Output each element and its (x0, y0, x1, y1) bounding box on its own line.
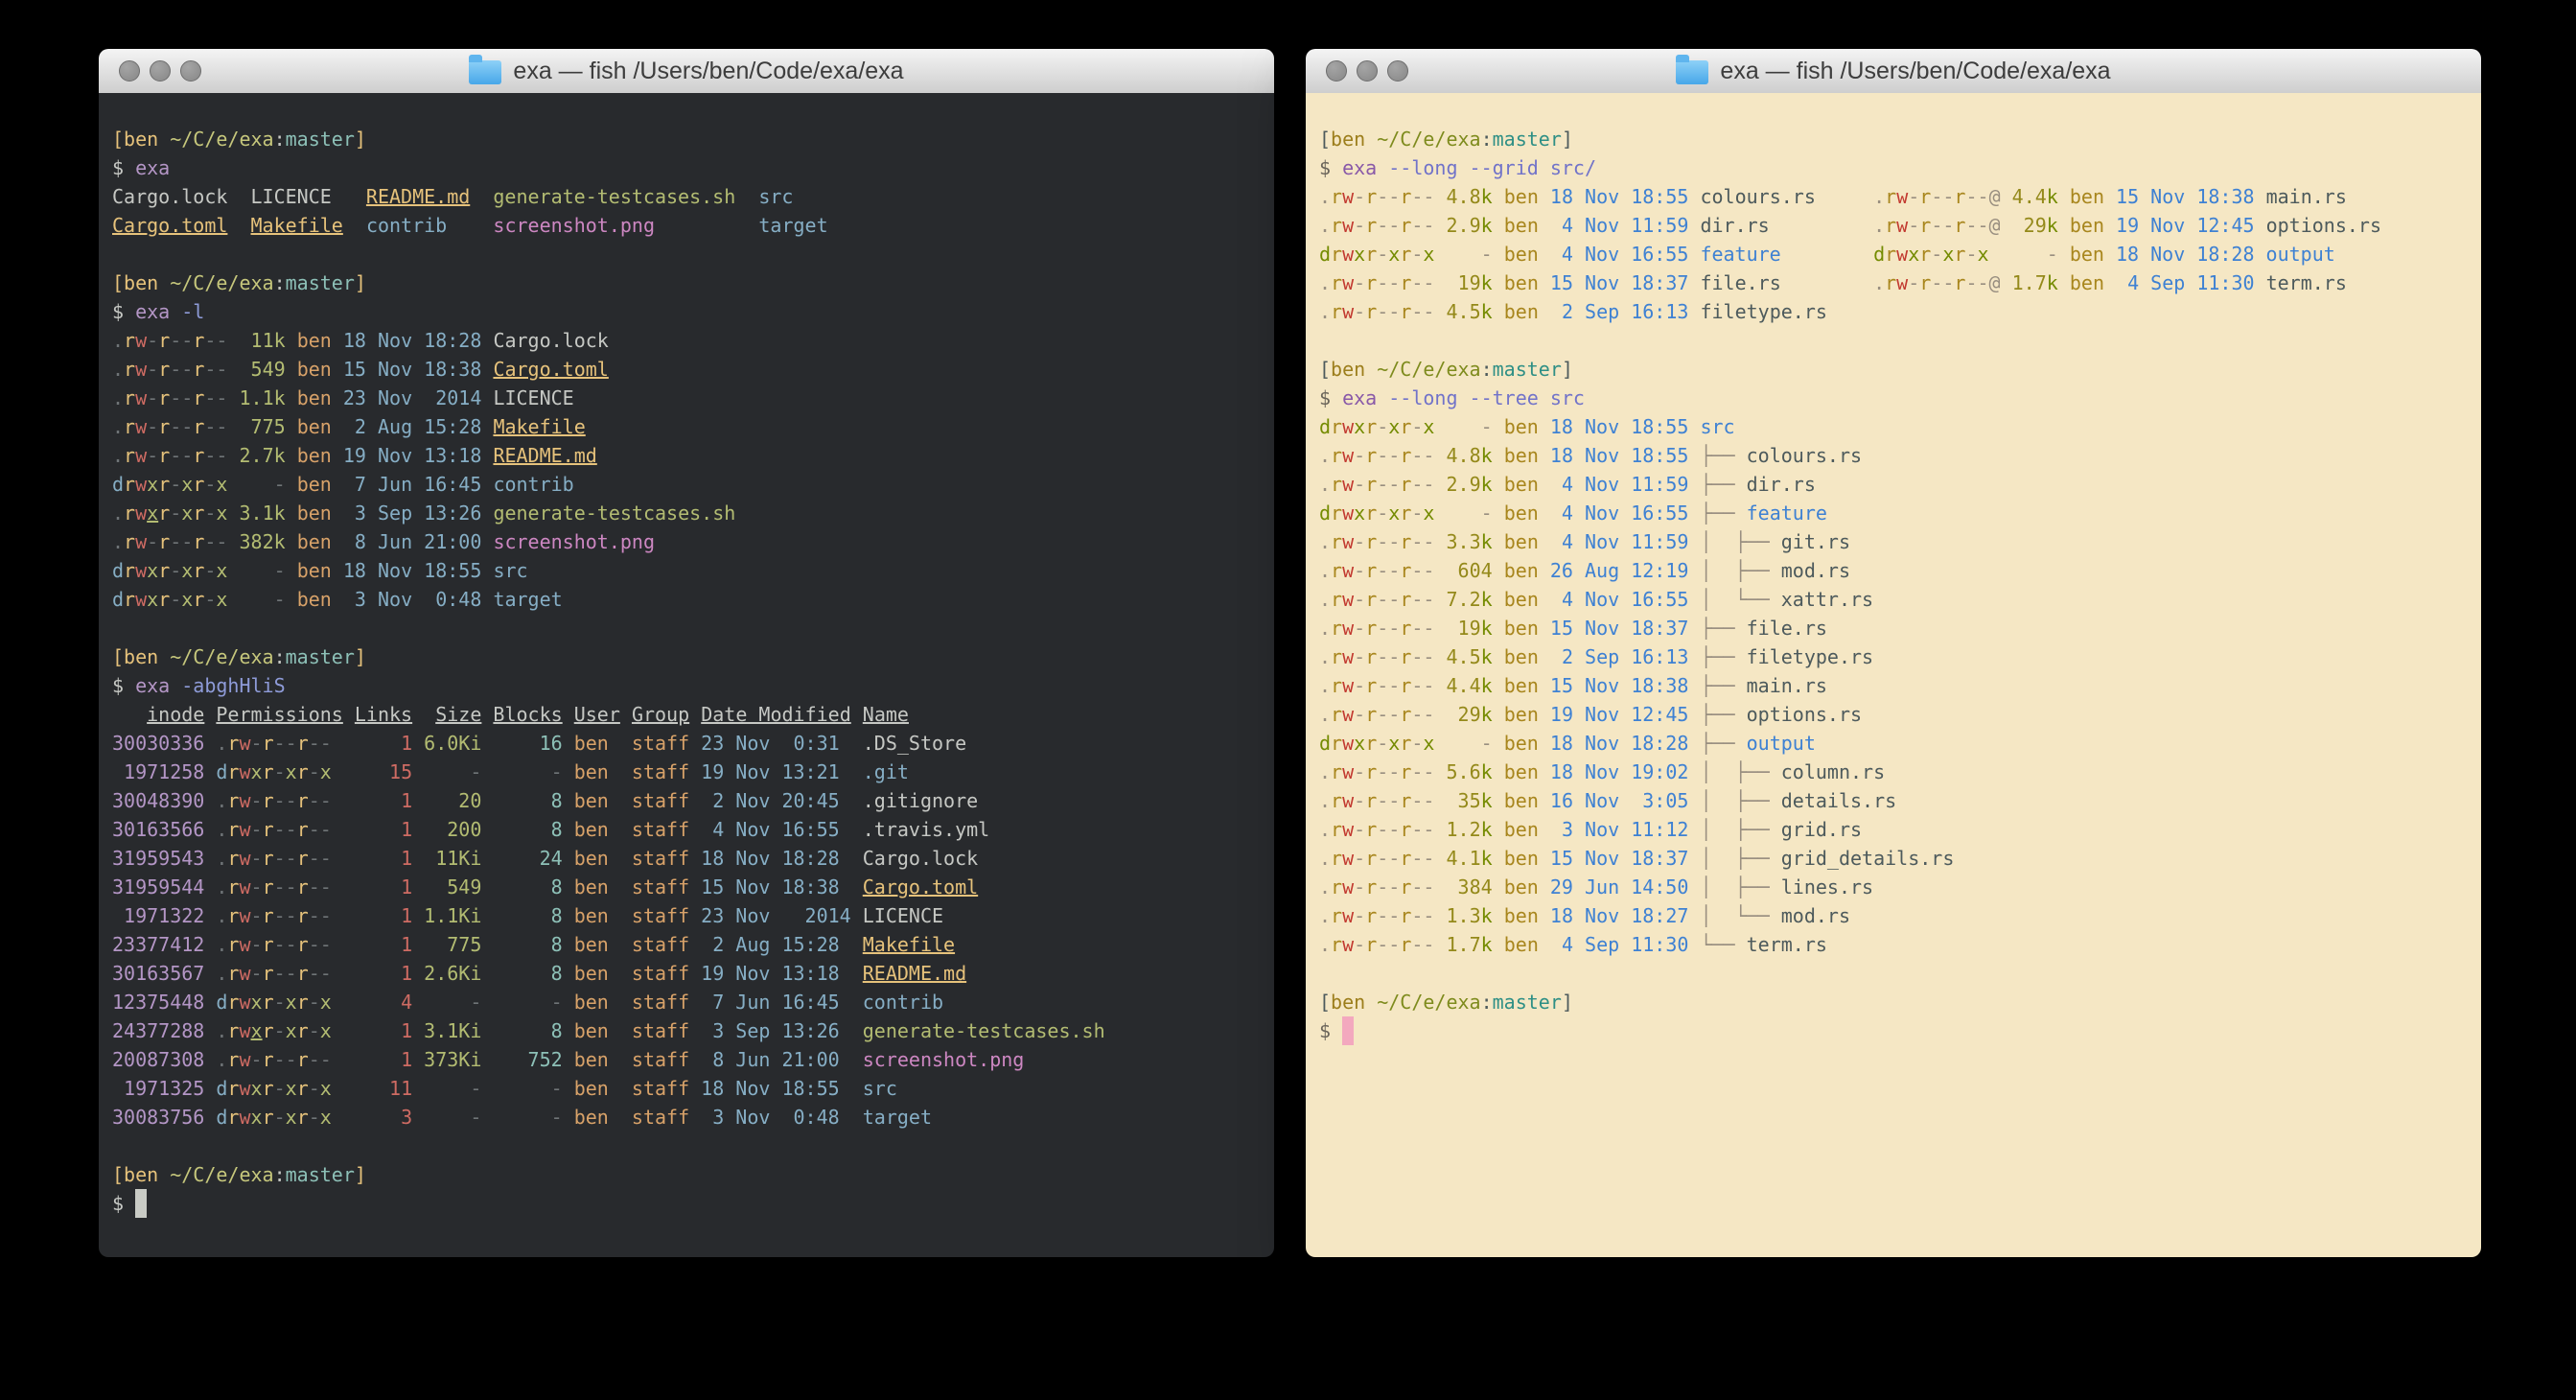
terminal-line: [ben ~/C/e/exa:master] (112, 1160, 1274, 1189)
terminal-line: drwxr-xr-x - ben 7 Jun 16:45 contrib (112, 470, 1274, 499)
terminal-screen-light[interactable]: [ben ~/C/e/exa:master]$ exa --long --gri… (1306, 93, 2481, 1257)
terminal-line: 1971322 .rw-r--r-- 1 1.1Ki 8 ben staff 2… (112, 901, 1274, 930)
terminal-line: .rw-r--r-- 1.2k ben 3 Nov 11:12 │ ├── gr… (1319, 815, 2481, 844)
terminal-line: drwxr-xr-x - ben 18 Nov 18:55 src (112, 556, 1274, 585)
terminal-line: .rw-r--r-- 5.6k ben 18 Nov 19:02 │ ├── c… (1319, 758, 2481, 786)
terminal-line: $ exa -l (112, 297, 1274, 326)
terminal-line: [ben ~/C/e/exa:master] (112, 268, 1274, 297)
window-title: exa — fish /Users/ben/Code/exa/exa (469, 58, 903, 85)
terminal-line: 30083756 drwxr-xr-x 3 - - ben staff 3 No… (112, 1103, 1274, 1132)
terminal-line: .rw-r--r-- 775 ben 2 Aug 15:28 Makefile (112, 412, 1274, 441)
terminal-line: .rw-r--r-- 11k ben 18 Nov 18:28 Cargo.lo… (112, 326, 1274, 355)
terminal-line: .rw-r--r-- 3.3k ben 4 Nov 11:59 │ ├── gi… (1319, 527, 2481, 556)
terminal-line: [ben ~/C/e/exa:master] (112, 642, 1274, 671)
terminal-line: 30030336 .rw-r--r-- 1 6.0Ki 16 ben staff… (112, 729, 1274, 758)
window-title-text: exa — fish /Users/ben/Code/exa/exa (513, 58, 903, 85)
terminal-line: .rw-r--r-- 1.3k ben 18 Nov 18:27 │ └── m… (1319, 901, 2481, 930)
close-button[interactable] (119, 60, 140, 82)
terminal-line: .rw-r--r-- 384 ben 29 Jun 14:50 │ ├── li… (1319, 873, 2481, 901)
terminal-cursor (135, 1189, 147, 1218)
terminal-line: drwxr-xr-x - ben 18 Nov 18:55 src (1319, 412, 2481, 441)
terminal-line: $ exa (112, 153, 1274, 182)
terminal-line: inode Permissions Links Size Blocks User… (112, 700, 1274, 729)
terminal-line: .rw-r--r-- 2.7k ben 19 Nov 13:18 README.… (112, 441, 1274, 470)
desktop-background: exa — fish /Users/ben/Code/exa/exa [ben … (0, 0, 2576, 1400)
terminal-line: $ exa --long --grid src/ (1319, 153, 2481, 182)
zoom-button[interactable] (180, 60, 201, 82)
terminal-line: $ (1319, 1016, 2481, 1045)
terminal-line: Cargo.lock LICENCE README.md generate-te… (112, 182, 1274, 211)
terminal-line: $ exa -abghHliS (112, 671, 1274, 700)
terminal-line: drwxr-xr-x - ben 18 Nov 18:28 ├── output (1319, 729, 2481, 758)
terminal-line: .rw-r--r-- 4.8k ben 18 Nov 18:55 ├── col… (1319, 441, 2481, 470)
terminal-line: $ (112, 1189, 1274, 1218)
terminal-line: .rw-r--r-- 19k ben 15 Nov 18:37 file.rs … (1319, 268, 2481, 297)
folder-icon (469, 60, 501, 84)
terminal-line: .rw-r--r-- 2.9k ben 4 Nov 11:59 dir.rs .… (1319, 211, 2481, 240)
terminal-line (1319, 326, 2481, 355)
terminal-line: .rw-r--r-- 29k ben 19 Nov 12:45 ├── opti… (1319, 700, 2481, 729)
terminal-line (1319, 959, 2481, 988)
terminal-line: 31959544 .rw-r--r-- 1 549 8 ben staff 15… (112, 873, 1274, 901)
terminal-line: .rw-r--r-- 4.8k ben 18 Nov 18:55 colours… (1319, 182, 2481, 211)
terminal-screen-dark[interactable]: [ben ~/C/e/exa:master]$ exaCargo.lock LI… (99, 93, 1274, 1257)
terminal-line: 1971258 drwxr-xr-x 15 - - ben staff 19 N… (112, 758, 1274, 786)
terminal-line: 12375448 drwxr-xr-x 4 - - ben staff 7 Ju… (112, 988, 1274, 1016)
terminal-line: 31959543 .rw-r--r-- 1 11Ki 24 ben staff … (112, 844, 1274, 873)
terminal-line: .rw-r--r-- 1.7k ben 4 Sep 11:30 └── term… (1319, 930, 2481, 959)
terminal-line: 24377288 .rwxr-xr-x 1 3.1Ki 8 ben staff … (112, 1016, 1274, 1045)
terminal-line: 30163567 .rw-r--r-- 1 2.6Ki 8 ben staff … (112, 959, 1274, 988)
window-title-text: exa — fish /Users/ben/Code/exa/exa (1720, 58, 2110, 85)
terminal-window-light: exa — fish /Users/ben/Code/exa/exa [ben … (1306, 49, 2481, 1257)
window-controls (119, 49, 201, 93)
terminal-line: [ben ~/C/e/exa:master] (1319, 125, 2481, 153)
titlebar-light[interactable]: exa — fish /Users/ben/Code/exa/exa (1306, 49, 2481, 94)
terminal-line: 23377412 .rw-r--r-- 1 775 8 ben staff 2 … (112, 930, 1274, 959)
titlebar-dark[interactable]: exa — fish /Users/ben/Code/exa/exa (99, 49, 1274, 94)
terminal-line: .rw-r--r-- 7.2k ben 4 Nov 16:55 │ └── xa… (1319, 585, 2481, 614)
terminal-line: .rw-r--r-- 604 ben 26 Aug 12:19 │ ├── mo… (1319, 556, 2481, 585)
minimize-button[interactable] (150, 60, 171, 82)
terminal-line: [ben ~/C/e/exa:master] (1319, 355, 2481, 384)
terminal-line: [ben ~/C/e/exa:master] (1319, 988, 2481, 1016)
terminal-line: 30048390 .rw-r--r-- 1 20 8 ben staff 2 N… (112, 786, 1274, 815)
terminal-window-dark: exa — fish /Users/ben/Code/exa/exa [ben … (99, 49, 1274, 1257)
terminal-cursor (1342, 1016, 1354, 1045)
terminal-line: drwxr-xr-x - ben 4 Nov 16:55 feature drw… (1319, 240, 2481, 268)
terminal-line: 20087308 .rw-r--r-- 1 373Ki 752 ben staf… (112, 1045, 1274, 1074)
folder-icon (1676, 60, 1708, 84)
window-title: exa — fish /Users/ben/Code/exa/exa (1676, 58, 2110, 85)
terminal-line: drwxr-xr-x - ben 4 Nov 16:55 ├── feature (1319, 499, 2481, 527)
terminal-line: .rw-r--r-- 35k ben 16 Nov 3:05 │ ├── det… (1319, 786, 2481, 815)
terminal-line: .rw-r--r-- 4.5k ben 2 Sep 16:13 filetype… (1319, 297, 2481, 326)
terminal-line: .rw-r--r-- 549 ben 15 Nov 18:38 Cargo.to… (112, 355, 1274, 384)
terminal-line: .rw-r--r-- 1.1k ben 23 Nov 2014 LICENCE (112, 384, 1274, 412)
terminal-line (112, 614, 1274, 642)
terminal-line: Cargo.toml Makefile contrib screenshot.p… (112, 211, 1274, 240)
terminal-line (112, 1132, 1274, 1160)
window-controls (1326, 49, 1408, 93)
terminal-line: .rwxr-xr-x 3.1k ben 3 Sep 13:26 generate… (112, 499, 1274, 527)
terminal-line: .rw-r--r-- 2.9k ben 4 Nov 11:59 ├── dir.… (1319, 470, 2481, 499)
terminal-line: drwxr-xr-x - ben 3 Nov 0:48 target (112, 585, 1274, 614)
terminal-line: .rw-r--r-- 382k ben 8 Jun 21:00 screensh… (112, 527, 1274, 556)
close-button[interactable] (1326, 60, 1347, 82)
terminal-line: .rw-r--r-- 4.4k ben 15 Nov 18:38 ├── mai… (1319, 671, 2481, 700)
terminal-line: 1971325 drwxr-xr-x 11 - - ben staff 18 N… (112, 1074, 1274, 1103)
terminal-line (112, 240, 1274, 268)
terminal-line: $ exa --long --tree src (1319, 384, 2481, 412)
terminal-line: .rw-r--r-- 4.5k ben 2 Sep 16:13 ├── file… (1319, 642, 2481, 671)
terminal-line: 30163566 .rw-r--r-- 1 200 8 ben staff 4 … (112, 815, 1274, 844)
terminal-line: .rw-r--r-- 19k ben 15 Nov 18:37 ├── file… (1319, 614, 2481, 642)
zoom-button[interactable] (1387, 60, 1408, 82)
terminal-line: .rw-r--r-- 4.1k ben 15 Nov 18:37 │ ├── g… (1319, 844, 2481, 873)
minimize-button[interactable] (1357, 60, 1378, 82)
terminal-line: [ben ~/C/e/exa:master] (112, 125, 1274, 153)
